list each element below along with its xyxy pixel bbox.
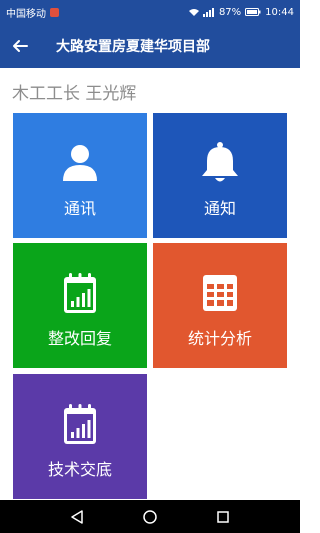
carrier-label: 中国移动 <box>6 8 46 20</box>
tile-label: 整改回复 <box>47 329 112 348</box>
tile-statistics[interactable]: 统计分析 <box>153 243 287 368</box>
user-role-name: 木工工长 王光辉 <box>12 84 137 104</box>
square-recents-icon <box>217 510 230 523</box>
triangle-back-icon <box>70 509 83 524</box>
table-icon <box>203 275 237 311</box>
bell-icon <box>202 142 238 182</box>
person-icon <box>63 145 97 181</box>
navigation-bar <box>0 500 300 533</box>
wifi-icon <box>188 9 199 16</box>
calendar-chart-icon <box>64 404 96 444</box>
tile-label: 统计分析 <box>187 329 252 348</box>
battery-icon <box>245 8 261 16</box>
arrow-left-icon <box>13 40 28 52</box>
back-button[interactable] <box>0 24 40 68</box>
status-left: 中国移动 <box>6 5 59 20</box>
nav-home-button[interactable] <box>130 500 170 533</box>
battery-percent: 87% <box>218 6 242 18</box>
tile-notifications[interactable]: 通知 <box>153 113 287 238</box>
calendar-chart-icon <box>64 273 96 313</box>
tile-technical-briefing[interactable]: 技术交底 <box>13 374 147 499</box>
tile-label: 技术交底 <box>47 460 112 479</box>
tile-contacts[interactable]: 通讯 <box>13 113 147 238</box>
circle-home-icon <box>143 509 157 524</box>
status-right: 87% 10:44 <box>188 6 294 18</box>
app-screen: 中国移动 87% 10:44 大路安置房夏建华项目部 木工工长 王光辉 通讯 通… <box>0 0 300 533</box>
nav-back-button[interactable] <box>57 500 97 533</box>
signal-icon <box>202 7 214 17</box>
carrier-badge-icon <box>50 7 59 17</box>
tile-label: 通知 <box>203 199 236 218</box>
tile-rectification-reply[interactable]: 整改回复 <box>13 243 147 368</box>
app-bar: 大路安置房夏建华项目部 <box>0 24 300 68</box>
status-bar: 中国移动 87% 10:44 <box>0 0 300 24</box>
app-title: 大路安置房夏建华项目部 <box>56 39 210 55</box>
nav-recents-button[interactable] <box>203 500 243 533</box>
clock: 10:44 <box>265 6 294 18</box>
tile-label: 通讯 <box>63 199 96 218</box>
